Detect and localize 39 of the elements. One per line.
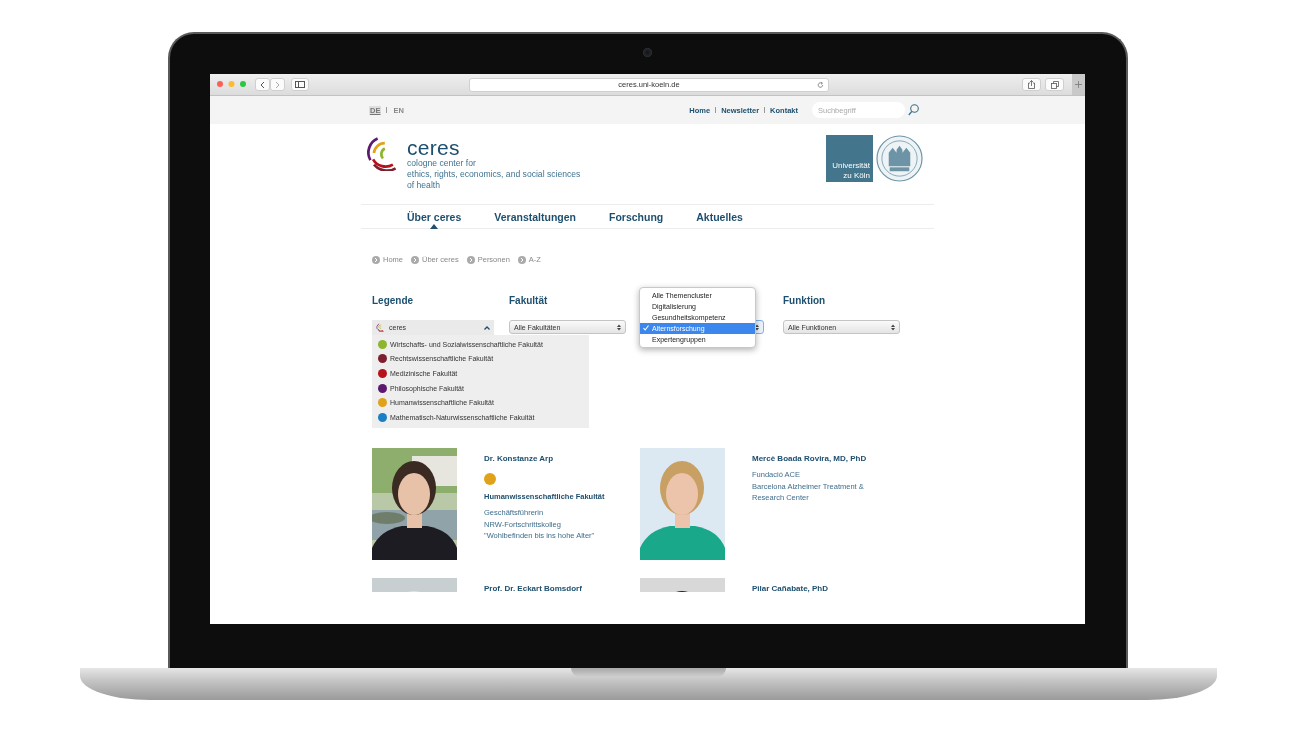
back-button[interactable] [255,78,270,91]
seal-icon [876,135,923,182]
sidebar-button[interactable] [291,78,309,91]
reload-icon[interactable] [817,80,824,89]
filter-heading: Fakultät [509,295,549,307]
nav-tab[interactable]: Forschung [609,205,664,228]
arrow-circle-icon [517,255,526,264]
filter-heading: Legende [372,295,415,307]
updown-icon [617,323,621,331]
chevron-up-icon [484,325,490,330]
person-name[interactable]: Dr. Konstanze Arp [484,454,605,464]
window-controls-icon [217,81,247,88]
nav-tab[interactable]: Aktuelles [696,205,743,228]
tabs-button[interactable] [1045,78,1064,91]
university-logo[interactable]: Universität zu Köln [826,135,873,182]
person-name[interactable]: Pilar Cañabate, PhD [752,584,829,594]
tabs-icon [1050,80,1059,89]
person-name[interactable]: Prof. Dr. Eckart Bomsdorf [484,584,582,594]
check-icon [643,325,649,331]
arrow-circle-icon [466,255,475,264]
pointer-icon [430,224,439,229]
ceres-logo-icon [376,323,385,332]
chevron-right-icon [275,80,280,89]
brand-name: ceres [407,138,461,158]
filter-heading: Funktion [783,295,827,307]
share-button[interactable] [1022,78,1041,91]
updown-icon [891,323,895,331]
nav-tab[interactable]: Über ceres [407,205,462,228]
search-icon[interactable] [908,104,919,116]
nav-tab[interactable]: Veranstaltungen [494,205,576,228]
arrow-circle-icon [372,255,380,264]
camera-icon [643,48,652,57]
plus-icon [1075,81,1082,88]
sidebar-icon [295,81,305,88]
arrow-circle-icon [411,255,419,264]
person-name[interactable]: Mercè Boada Rovira, MD, PhD [752,454,867,464]
share-icon [1028,80,1035,89]
chevron-left-icon [260,80,265,89]
brand-tagline: cologne center for ethics, rights, economics, and social sciences of health [407,158,581,191]
